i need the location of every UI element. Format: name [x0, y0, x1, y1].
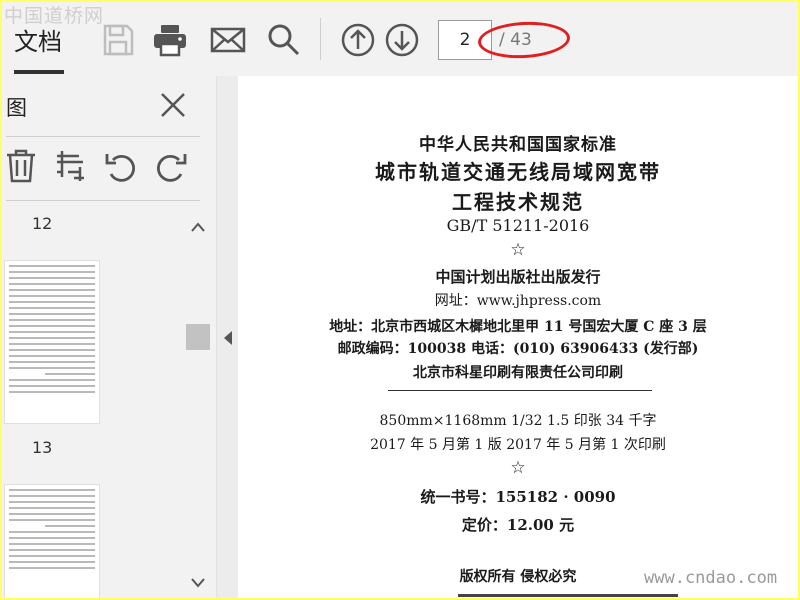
- scroll-up-icon[interactable]: [190, 218, 206, 232]
- watermark-bottom: www.cndao.com: [644, 568, 778, 588]
- doc-title-line1: 城市轨道交通无线局域网宽带: [375, 160, 661, 184]
- redo-icon[interactable]: [154, 148, 188, 184]
- doc-rule: [388, 390, 652, 391]
- scroll-down-icon[interactable]: [190, 574, 206, 588]
- toolbar-separator: [320, 18, 321, 60]
- app-window: 中国道桥网 文档 / 43 图: [2, 2, 798, 598]
- undo-icon[interactable]: [104, 148, 138, 184]
- mail-icon[interactable]: [210, 22, 246, 58]
- close-icon[interactable]: [158, 90, 188, 120]
- tab-underline: [14, 70, 64, 74]
- thumbnail-panel: 图 12 13: [2, 76, 216, 598]
- panel-title: 图: [6, 96, 27, 120]
- save-icon[interactable]: [100, 22, 136, 58]
- thumbnail-scrollbar[interactable]: [184, 202, 212, 598]
- doc-title-line2: 工程技术规范: [452, 190, 584, 214]
- scrollbar-thumb[interactable]: [186, 324, 210, 350]
- doc-edition: 2017 年 5 月第 1 版 2017 年 5 月第 1 次印刷: [370, 437, 666, 453]
- toolbar: 中国道桥网 文档 / 43: [2, 2, 798, 76]
- doc-address: 地址：北京市西城区木樨地北里甲 11 号国宏大厦 C 座 3 层: [329, 319, 707, 335]
- doc-publisher: 中国计划出版社出版发行: [435, 268, 601, 286]
- thumbnail-page[interactable]: [4, 260, 100, 424]
- arrow-up-icon[interactable]: [340, 22, 376, 58]
- crop-icon[interactable]: [54, 148, 88, 184]
- panel-collapse-strip[interactable]: [216, 76, 238, 598]
- arrow-down-icon[interactable]: [384, 22, 420, 58]
- doc-website: 网址：www.jhpress.com: [434, 293, 602, 309]
- tab-document[interactable]: 文档: [14, 22, 62, 57]
- panel-divider: [6, 136, 200, 137]
- thumbnail-list: 12 13: [2, 202, 184, 598]
- search-icon[interactable]: [266, 22, 302, 58]
- doc-printer: 北京市科星印刷有限责任公司印刷: [413, 365, 623, 381]
- document-page: 中华人民共和国国家标准 城市轨道交通无线局域网宽带 工程技术规范 GB/T 51…: [238, 76, 798, 598]
- doc-standard-code: GB/T 51211-2016: [446, 216, 590, 235]
- doc-price: 定价：12.00 元: [461, 516, 575, 534]
- doc-book-number: 统一书号：155182 · 0090: [420, 488, 616, 506]
- cut-off-text-line: [458, 590, 678, 598]
- doc-format: 850mm×1168mm 1/32 1.5 印张 34 千字: [379, 413, 657, 429]
- collapse-left-icon[interactable]: [223, 330, 233, 345]
- star-divider: ☆: [510, 458, 526, 478]
- thumbnail-page-number: 13: [32, 438, 53, 457]
- panel-divider: [6, 200, 200, 201]
- thumbnail-page[interactable]: [4, 484, 100, 598]
- star-divider: ☆: [510, 240, 526, 260]
- doc-standard-title: 中华人民共和国国家标准: [419, 135, 617, 155]
- thumbnail-page-number: 12: [32, 214, 53, 233]
- trash-icon[interactable]: [4, 148, 38, 184]
- doc-postcode-phone: 邮政编码：100038 电话：(010) 63906433 (发行部): [337, 341, 699, 357]
- print-icon[interactable]: [152, 22, 188, 58]
